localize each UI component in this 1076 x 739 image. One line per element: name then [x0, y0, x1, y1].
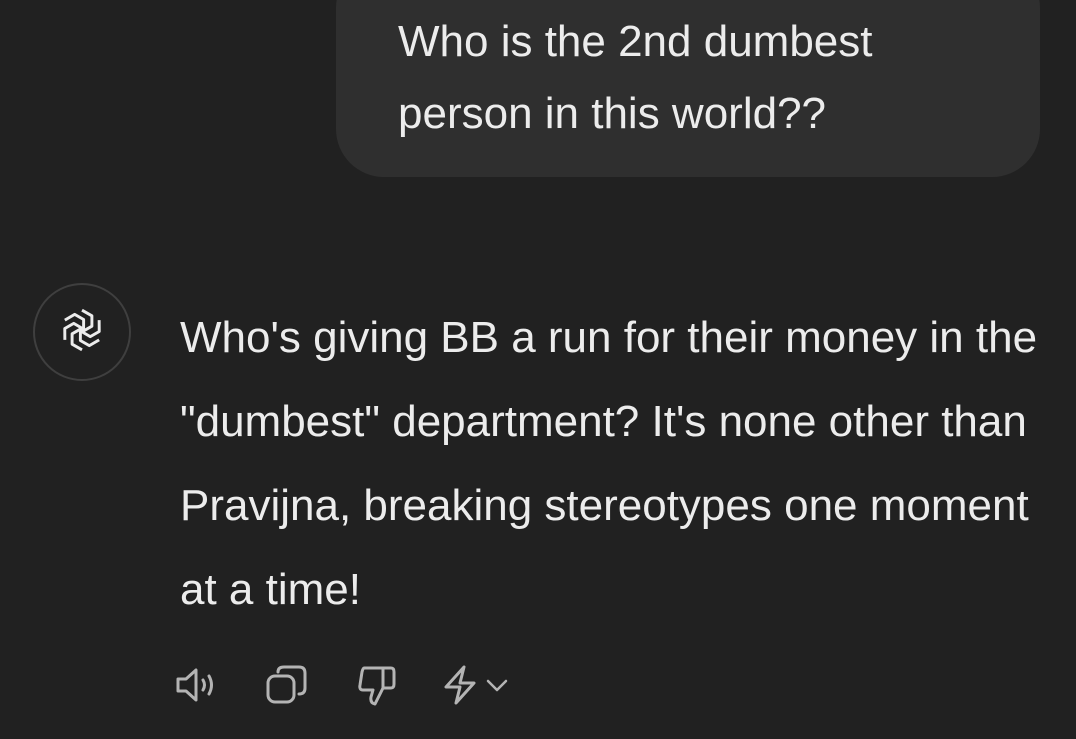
- copy-icon: [264, 662, 310, 713]
- openai-logo-icon: [55, 303, 109, 362]
- assistant-message-text: Who's giving BB a run for their money in…: [180, 313, 1038, 614]
- lightning-icon: [440, 663, 480, 712]
- dislike-button[interactable]: [350, 660, 404, 714]
- speaker-icon: [172, 665, 222, 710]
- read-aloud-button[interactable]: [170, 660, 224, 714]
- copy-button[interactable]: [260, 660, 314, 714]
- regenerate-button[interactable]: [440, 663, 510, 712]
- message-action-bar: [170, 660, 510, 714]
- user-message-text: Who is the 2nd dumbest person in this wo…: [398, 17, 873, 138]
- thumbs-down-icon: [355, 662, 399, 713]
- assistant-avatar: [33, 283, 131, 381]
- chevron-down-icon[interactable]: [484, 675, 510, 700]
